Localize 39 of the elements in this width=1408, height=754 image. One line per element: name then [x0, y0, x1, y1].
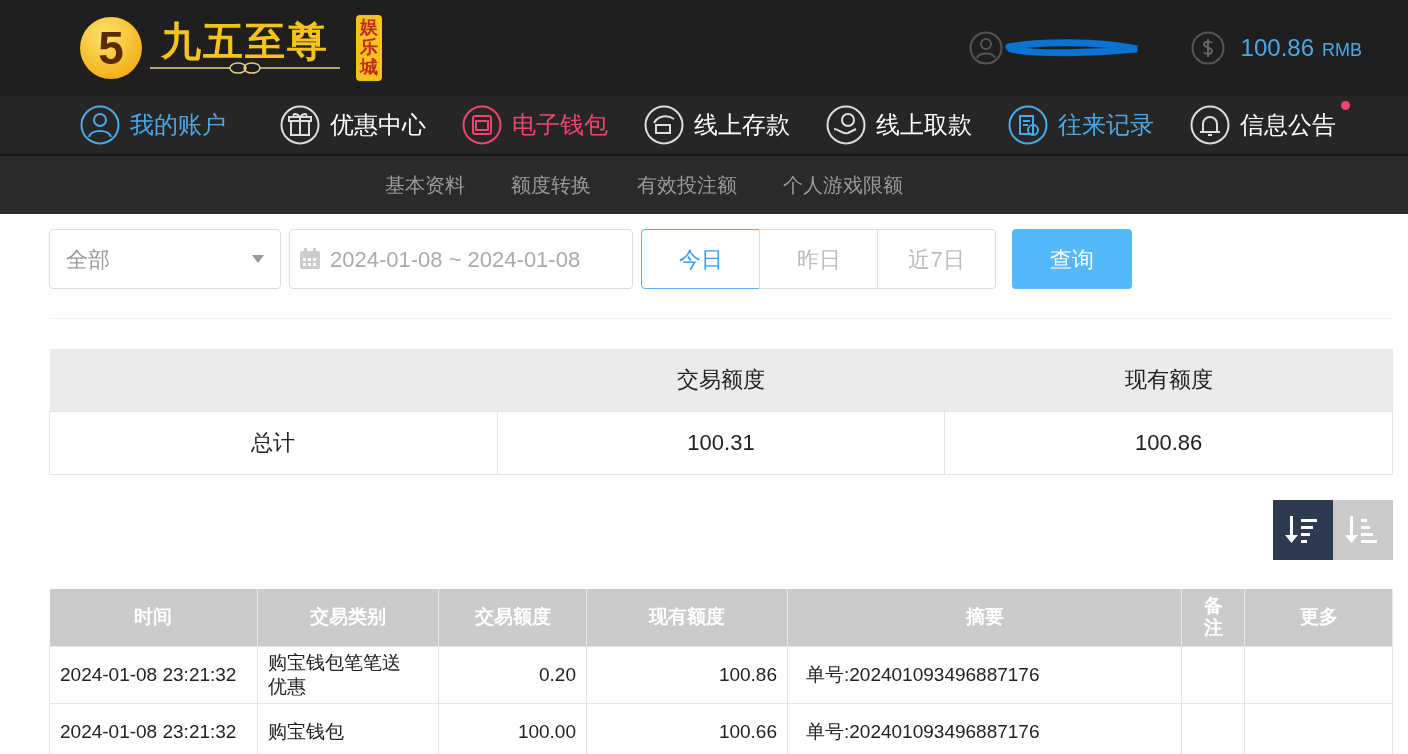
balance-amount: 100.86 [1240, 33, 1314, 63]
subnav-link[interactable]: 个人游戏限额 [783, 170, 903, 200]
range-tab[interactable]: 今日 [641, 229, 760, 289]
user-icon [968, 31, 1003, 65]
balance-currency: RMB [1322, 39, 1362, 62]
table-cell: 100.31 [497, 411, 945, 474]
table-cell: 0.20 [438, 646, 587, 704]
ornament-icon [150, 61, 340, 75]
logo-text: 九五至尊 [161, 21, 329, 61]
dollar-icon [1190, 31, 1225, 65]
column-header: 现有额度 [944, 349, 1393, 411]
logo-mark[interactable]: 5 [80, 17, 142, 79]
subnav-link[interactable]: 额度转换 [511, 170, 591, 200]
subnav-link[interactable]: 有效投注额 [637, 170, 737, 200]
subnav-link[interactable]: 基本资料 [385, 170, 465, 200]
logo-badge: 娱乐城 [356, 15, 382, 81]
nav-item[interactable]: 电子钱包 [462, 105, 608, 145]
table-cell: 100.86 [586, 646, 788, 704]
user-icon [80, 105, 120, 145]
bell-icon [1190, 105, 1230, 145]
sort-descending-button[interactable] [1273, 499, 1333, 560]
type-select[interactable]: 全部 [49, 229, 281, 289]
column-header: 交易额度 [497, 349, 945, 411]
nav-item[interactable]: 信息公告 [1190, 105, 1336, 145]
nav-item[interactable]: 我的账户 [80, 105, 226, 145]
nav-item[interactable]: 线上取款 [826, 105, 972, 145]
caret-icon [252, 255, 264, 263]
nav-item[interactable]: 优惠中心 [280, 105, 426, 145]
table-cell: 2024-01-08 23:21:32 [49, 646, 258, 704]
records-icon [1008, 105, 1048, 145]
table-cell: 购宝钱包笔笔送优惠 [257, 646, 439, 704]
nav-item[interactable]: 往来记录 [1008, 105, 1154, 145]
table-cell: 单号:202401093496887176 [787, 646, 1182, 704]
nav-item[interactable]: 线上存款 [644, 105, 790, 145]
table-cell: 2024-01-08 23:21:32 [49, 703, 258, 754]
table-cell: 100.86 [944, 411, 1393, 474]
table-cell: 总计 [49, 411, 498, 474]
calendar-icon [298, 247, 322, 271]
gift-icon [280, 105, 320, 145]
